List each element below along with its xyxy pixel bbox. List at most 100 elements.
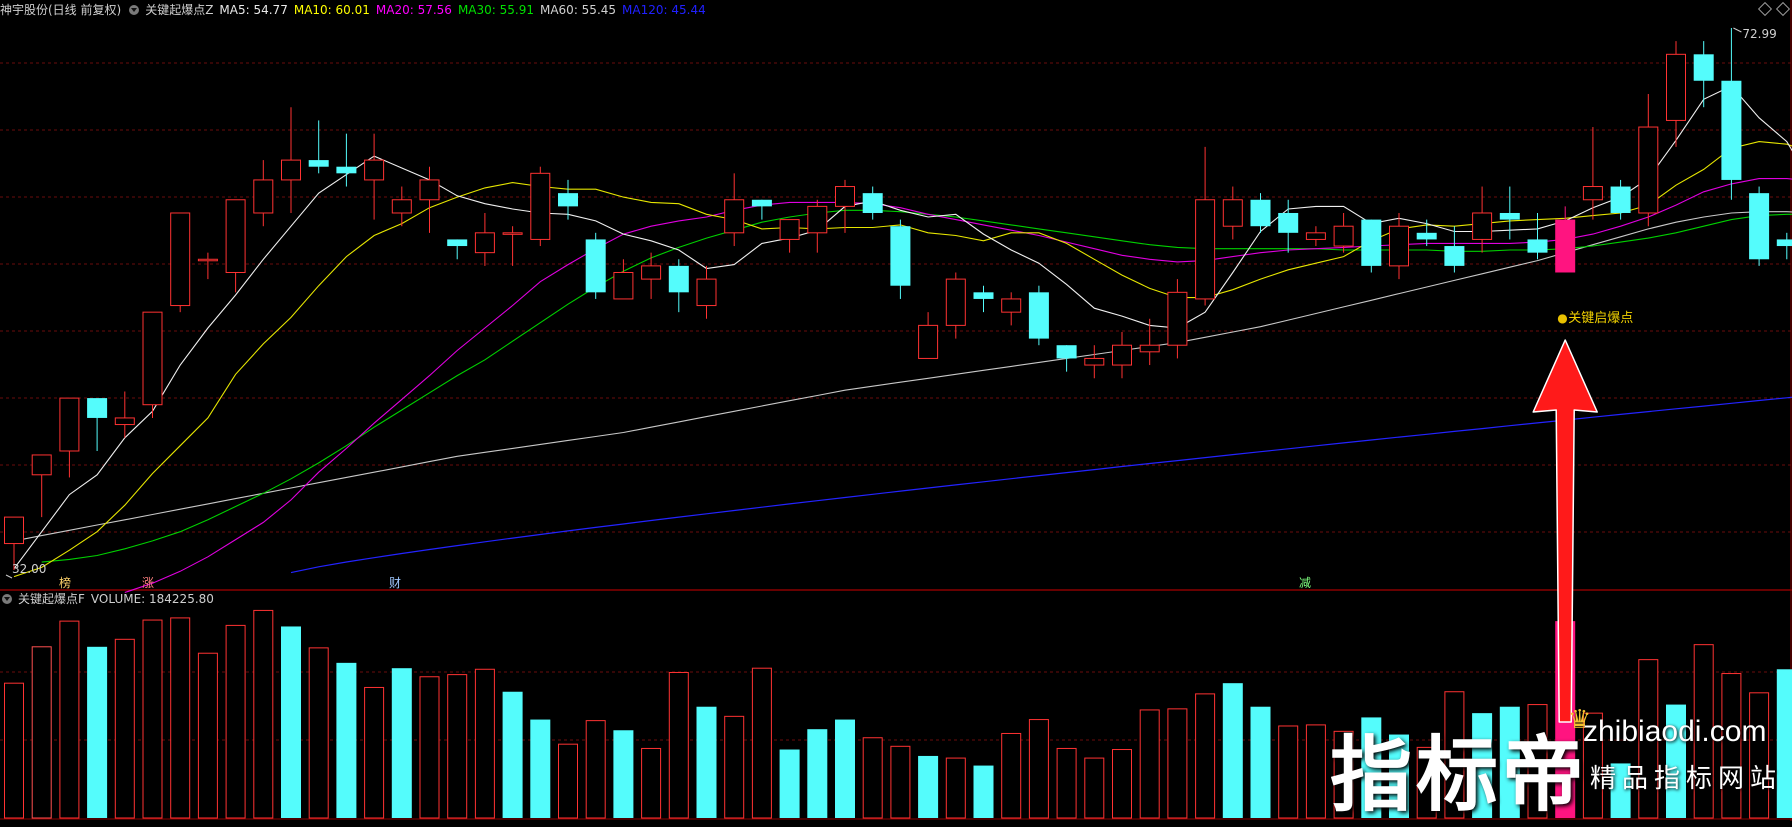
volume-bar bbox=[835, 719, 855, 818]
volume-bar bbox=[918, 755, 939, 818]
volume-bar bbox=[890, 745, 911, 819]
volume-bar bbox=[1112, 749, 1132, 819]
candle-body bbox=[1416, 232, 1437, 240]
candle-body bbox=[1056, 345, 1077, 359]
volume-bar bbox=[253, 609, 274, 819]
candle-body bbox=[1693, 54, 1714, 81]
candle-body bbox=[1389, 225, 1409, 267]
volume-bar bbox=[585, 720, 606, 819]
candle-body bbox=[1361, 219, 1382, 266]
candle-body bbox=[1527, 239, 1548, 253]
volume-bar bbox=[724, 715, 745, 819]
volume-bar bbox=[225, 624, 246, 819]
candle-body bbox=[114, 417, 135, 426]
candle-body bbox=[1666, 53, 1686, 121]
candle-body bbox=[391, 199, 412, 214]
watermark-site: zhibiaodi.com bbox=[1583, 715, 1767, 748]
candle-body bbox=[918, 324, 939, 359]
candle-body bbox=[419, 179, 440, 201]
candle-body bbox=[1555, 219, 1576, 273]
volume-bar bbox=[447, 674, 468, 819]
volume-bar bbox=[1084, 757, 1105, 819]
candle-body bbox=[779, 219, 800, 240]
signal-icon: ● bbox=[1557, 311, 1567, 325]
high-price-label: 72.99 bbox=[1742, 27, 1776, 41]
event-marker: 财 bbox=[389, 576, 401, 590]
volume-bar bbox=[336, 662, 357, 818]
volume-bar bbox=[474, 668, 495, 819]
volume-bar bbox=[668, 671, 689, 819]
candle-body bbox=[197, 258, 218, 262]
volume-bar bbox=[696, 706, 717, 818]
event-marker: 涨 bbox=[142, 575, 154, 590]
volume-bar bbox=[31, 646, 52, 819]
candle-body bbox=[1305, 232, 1326, 240]
candle-body bbox=[1472, 212, 1493, 240]
signal-label: 关键启爆点 bbox=[1568, 311, 1633, 326]
volume-bar bbox=[502, 691, 523, 818]
candle-body bbox=[585, 239, 606, 293]
volume-bar bbox=[4, 682, 24, 819]
volume-bar bbox=[973, 765, 994, 818]
candle-body bbox=[1582, 186, 1603, 201]
kline-chart[interactable]: 72.99 32.00 榜 涨 财 减 ● 关键启爆点 bbox=[0, 0, 1792, 821]
volume-bar bbox=[419, 676, 440, 819]
candle-body bbox=[668, 265, 689, 293]
candle-body bbox=[1195, 199, 1216, 300]
candle-body bbox=[945, 278, 966, 326]
candle-body bbox=[530, 172, 551, 240]
candle-body bbox=[253, 179, 274, 214]
watermark-slogan: 精品指标网站 bbox=[1590, 764, 1783, 794]
candle-body bbox=[502, 232, 523, 235]
volume-bar bbox=[945, 757, 966, 819]
event-marker: 减 bbox=[1299, 576, 1311, 590]
volume-bar bbox=[1028, 719, 1049, 819]
watermark-brand: 指标帝 bbox=[1330, 728, 1589, 823]
low-price-label: 32.00 bbox=[12, 562, 46, 576]
candle-body bbox=[4, 516, 24, 545]
candle-body bbox=[724, 199, 745, 234]
candle-body bbox=[447, 239, 468, 247]
candle-body bbox=[862, 193, 883, 213]
volume-bar bbox=[530, 719, 551, 818]
candle-body bbox=[336, 166, 357, 174]
candle-body bbox=[1139, 344, 1160, 353]
volume-bar bbox=[613, 730, 634, 818]
candle-body bbox=[31, 454, 52, 476]
candle-body bbox=[1333, 225, 1354, 247]
volume-bar bbox=[1250, 706, 1271, 818]
volume-bar bbox=[87, 646, 108, 818]
volume-bar bbox=[59, 620, 80, 819]
volume-bar bbox=[1776, 669, 1792, 818]
candle-body bbox=[613, 271, 634, 300]
candle-body bbox=[225, 199, 246, 273]
candle-body bbox=[59, 397, 80, 452]
candle-body bbox=[1222, 199, 1243, 227]
candle-body bbox=[890, 226, 911, 286]
volume-bar bbox=[1167, 708, 1188, 819]
candle-body bbox=[1638, 126, 1659, 214]
volume-bar bbox=[558, 743, 578, 819]
candle-body bbox=[1028, 292, 1049, 339]
candle-body bbox=[1278, 212, 1299, 233]
volume-bar bbox=[1001, 732, 1022, 819]
volume-bar bbox=[807, 729, 828, 818]
candle-body bbox=[87, 398, 108, 418]
volume-bar bbox=[1749, 692, 1770, 819]
candle-body bbox=[696, 278, 717, 307]
candle-body bbox=[1721, 80, 1742, 180]
volume-bar bbox=[142, 619, 163, 819]
volume-bar bbox=[1305, 724, 1326, 819]
volume-bar bbox=[1056, 747, 1077, 819]
volume-bar bbox=[364, 686, 385, 819]
volume-bar bbox=[1195, 693, 1216, 819]
candle-body bbox=[308, 160, 329, 167]
candle-body bbox=[170, 212, 191, 307]
candle-body bbox=[474, 232, 495, 254]
high-pointer bbox=[1733, 27, 1742, 33]
volume-bar bbox=[114, 638, 135, 819]
volume-bar bbox=[281, 626, 301, 818]
candle-body bbox=[973, 292, 994, 299]
volume-bar bbox=[1278, 725, 1299, 819]
candle-body bbox=[142, 311, 163, 406]
